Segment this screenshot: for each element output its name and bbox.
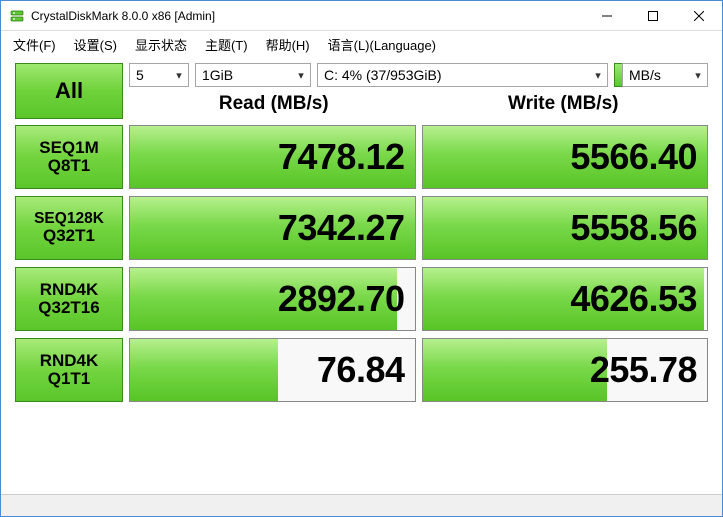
- chevron-down-icon: ▾: [689, 69, 707, 82]
- read-result-cell: 2892.70: [129, 267, 416, 331]
- read-value: 2892.70: [278, 278, 405, 320]
- test-label-1: SEQ128K: [34, 211, 104, 227]
- test-size-value: 1GiB: [196, 67, 292, 83]
- content-area: All 5 ▾ 1GiB ▾ C: 4% (37/953GiB) ▾: [1, 57, 722, 494]
- top-row: All 5 ▾ 1GiB ▾ C: 4% (37/953GiB) ▾: [15, 63, 708, 119]
- test-row: SEQ1MQ8T1 7478.12 5566.40: [15, 125, 708, 189]
- loops-select[interactable]: 5 ▾: [129, 63, 189, 87]
- test-row: RND4KQ1T1 76.84 255.78: [15, 338, 708, 402]
- read-result-cell: 7342.27: [129, 196, 416, 260]
- menubar: 文件(F) 设置(S) 显示状态 主题(T) 帮助(H) 语言(L)(Langu…: [1, 31, 722, 57]
- test-label-1: RND4K: [40, 281, 99, 299]
- menu-file[interactable]: 文件(F): [5, 33, 64, 56]
- test-label-2: Q8T1: [48, 157, 91, 175]
- menu-language[interactable]: 语言(L)(Language): [320, 33, 444, 56]
- menu-theme[interactable]: 主题(T): [197, 33, 256, 56]
- maximize-button[interactable]: [630, 1, 676, 31]
- read-value: 7478.12: [278, 136, 405, 178]
- close-button[interactable]: [676, 1, 722, 31]
- write-value: 5566.40: [570, 136, 697, 178]
- test-row: SEQ128KQ32T1 7342.27 5558.56: [15, 196, 708, 260]
- menu-display[interactable]: 显示状态: [127, 33, 195, 56]
- test-label-2: Q1T1: [48, 370, 91, 388]
- read-header: Read (MB/s): [129, 93, 419, 115]
- unit-select[interactable]: MB/s ▾: [622, 63, 708, 87]
- top-controls: 5 ▾ 1GiB ▾ C: 4% (37/953GiB) ▾ MB/: [129, 63, 708, 119]
- app-window: CrystalDiskMark 8.0.0 x86 [Admin] 文件(F) …: [0, 0, 723, 517]
- control-row: 5 ▾ 1GiB ▾ C: 4% (37/953GiB) ▾ MB/: [129, 63, 708, 87]
- write-result-cell: 255.78: [422, 338, 709, 402]
- test-label-1: RND4K: [40, 352, 99, 370]
- run-test-button[interactable]: SEQ1MQ8T1: [15, 125, 123, 189]
- column-headers: Read (MB/s) Write (MB/s): [129, 87, 708, 117]
- minimize-button[interactable]: [584, 1, 630, 31]
- status-bar: [1, 494, 722, 516]
- test-size-select[interactable]: 1GiB ▾: [195, 63, 311, 87]
- titlebar: CrystalDiskMark 8.0.0 x86 [Admin]: [1, 1, 722, 31]
- window-title: CrystalDiskMark 8.0.0 x86 [Admin]: [31, 9, 584, 23]
- run-all-label: All: [55, 78, 83, 104]
- write-result-cell: 5566.40: [422, 125, 709, 189]
- chevron-down-icon: ▾: [292, 69, 310, 82]
- run-test-button[interactable]: RND4KQ1T1: [15, 338, 123, 402]
- run-all-button[interactable]: All: [15, 63, 123, 119]
- write-result-cell: 4626.53: [422, 267, 709, 331]
- drive-select[interactable]: C: 4% (37/953GiB) ▾: [317, 63, 608, 87]
- test-label-2: Q32T1: [43, 227, 95, 245]
- chevron-down-icon: ▾: [170, 69, 188, 82]
- write-value: 255.78: [590, 349, 697, 391]
- loops-value: 5: [130, 67, 170, 83]
- unit-value: MB/s: [623, 67, 689, 83]
- read-value: 7342.27: [278, 207, 405, 249]
- test-label-2: Q32T16: [38, 299, 99, 317]
- read-value: 76.84: [317, 349, 405, 391]
- unit-block: MB/s ▾: [614, 63, 708, 87]
- write-value: 4626.53: [570, 278, 697, 320]
- menu-settings[interactable]: 设置(S): [66, 33, 125, 56]
- test-label-1: SEQ1M: [39, 139, 99, 157]
- run-test-button[interactable]: RND4KQ32T16: [15, 267, 123, 331]
- app-icon: [9, 8, 25, 24]
- run-test-button[interactable]: SEQ128KQ32T1: [15, 196, 123, 260]
- result-bar: [423, 339, 608, 401]
- menu-help[interactable]: 帮助(H): [258, 33, 318, 56]
- chevron-down-icon: ▾: [589, 69, 607, 82]
- result-bar: [130, 339, 278, 401]
- read-result-cell: 7478.12: [129, 125, 416, 189]
- test-row: RND4KQ32T16 2892.70 4626.53: [15, 267, 708, 331]
- write-result-cell: 5558.56: [422, 196, 709, 260]
- write-value: 5558.56: [570, 207, 697, 249]
- read-result-cell: 76.84: [129, 338, 416, 402]
- write-header: Write (MB/s): [419, 93, 709, 115]
- tests-grid: SEQ1MQ8T1 7478.12 5566.40 SEQ128KQ32T1 7342.…: [15, 125, 708, 402]
- drive-value: C: 4% (37/953GiB): [318, 67, 589, 83]
- unit-indicator: [614, 63, 622, 87]
